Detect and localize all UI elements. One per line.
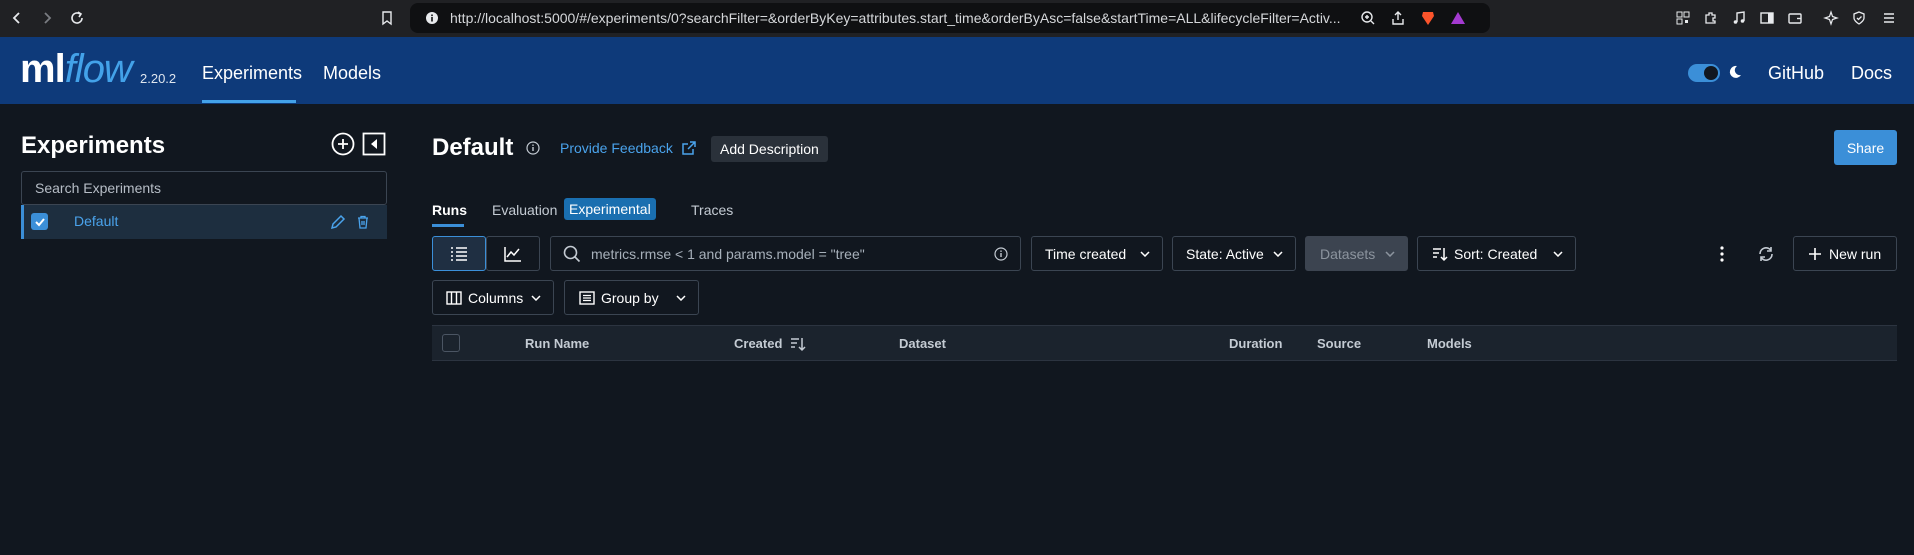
- column-created[interactable]: Created: [734, 336, 782, 351]
- share-button[interactable]: Share: [1834, 130, 1897, 165]
- select-all-checkbox[interactable]: [442, 334, 460, 352]
- nav-experiments[interactable]: Experiments: [202, 63, 302, 84]
- sort-label: Sort: Created: [1454, 245, 1538, 262]
- back-icon[interactable]: [6, 7, 28, 29]
- runs-table-header: Run Name Created Dataset Duration Source…: [432, 325, 1897, 361]
- sidebar-title: Experiments: [21, 132, 166, 159]
- chevron-down-icon: [1553, 250, 1563, 257]
- experiment-title: Default: [432, 134, 514, 161]
- address-bar[interactable]: http://localhost:5000/#/experiments/0?se…: [410, 3, 1490, 33]
- column-duration[interactable]: Duration: [1229, 336, 1282, 351]
- group-by-dropdown[interactable]: Group by: [564, 280, 699, 315]
- column-dataset[interactable]: Dataset: [899, 336, 946, 351]
- app-header: mlflow 2.20.2 Experiments Models GitHub …: [0, 37, 1914, 104]
- moon-icon: [1727, 64, 1743, 85]
- edit-experiment-icon[interactable]: [330, 214, 346, 235]
- new-run-button[interactable]: New run: [1793, 236, 1897, 271]
- logo-ml: ml: [20, 47, 66, 91]
- url-text[interactable]: http://localhost:5000/#/experiments/0?se…: [450, 10, 1350, 26]
- state-dropdown[interactable]: State: Active: [1172, 236, 1296, 271]
- leo-ai-icon[interactable]: [1820, 7, 1842, 29]
- nav-active-indicator: [202, 100, 296, 103]
- browser-toolbar: http://localhost:5000/#/experiments/0?se…: [0, 0, 1914, 37]
- tab-runs[interactable]: Runs: [432, 202, 467, 218]
- external-link-icon[interactable]: [681, 140, 697, 161]
- forward-icon[interactable]: [36, 7, 58, 29]
- sort-dropdown[interactable]: Sort: Created: [1417, 236, 1576, 271]
- columns-dropdown[interactable]: Columns: [432, 280, 554, 315]
- plus-icon: [1809, 247, 1821, 260]
- chevron-down-icon: [531, 294, 541, 301]
- datasets-dropdown[interactable]: Datasets: [1305, 236, 1408, 271]
- search-info-icon[interactable]: [994, 246, 1008, 261]
- sort-desc-icon[interactable]: [790, 336, 806, 357]
- site-info-icon[interactable]: [422, 8, 442, 28]
- delete-experiment-icon[interactable]: [356, 215, 370, 234]
- extensions-icon[interactable]: [1700, 7, 1722, 29]
- columns-label: Columns: [468, 289, 524, 306]
- table-view-toggle[interactable]: [432, 236, 486, 271]
- time-created-dropdown[interactable]: Time created: [1031, 236, 1163, 271]
- more-options-icon[interactable]: [1708, 243, 1736, 265]
- list-view-icon: [451, 246, 467, 261]
- experiment-list-item[interactable]: Default: [21, 205, 387, 239]
- menu-icon[interactable]: [1878, 7, 1900, 29]
- share-page-icon[interactable]: [1388, 8, 1408, 28]
- toggle-knob: [1704, 66, 1718, 80]
- zoom-icon[interactable]: [1358, 8, 1378, 28]
- state-label: State: Active: [1186, 245, 1264, 262]
- group-by-label: Group by: [601, 289, 659, 306]
- time-created-label: Time created: [1045, 245, 1127, 262]
- experiment-name[interactable]: Default: [74, 213, 118, 229]
- qr-code-icon[interactable]: [1672, 7, 1694, 29]
- nav-models[interactable]: Models: [323, 63, 381, 84]
- github-link[interactable]: GitHub: [1768, 63, 1824, 84]
- columns-icon: [446, 290, 462, 305]
- experiment-checkbox[interactable]: [31, 213, 48, 230]
- refresh-icon[interactable]: [1752, 243, 1780, 265]
- sort-icon: [1433, 247, 1448, 261]
- column-source[interactable]: Source: [1317, 336, 1361, 351]
- chevron-down-icon: [1273, 250, 1283, 257]
- search-experiments-field[interactable]: [22, 172, 386, 204]
- media-icon[interactable]: [1728, 7, 1750, 29]
- chart-view-toggle[interactable]: [486, 236, 540, 271]
- experimental-badge: Experimental: [564, 198, 656, 220]
- search-icon: [563, 245, 581, 262]
- search-runs-box[interactable]: [550, 236, 1021, 271]
- vpn-shield-icon[interactable]: [1848, 7, 1870, 29]
- column-run-name[interactable]: Run Name: [525, 336, 589, 351]
- group-by-icon: [579, 290, 595, 305]
- new-run-label: New run: [1829, 245, 1882, 262]
- tab-traces[interactable]: Traces: [691, 202, 733, 218]
- bookmark-icon[interactable]: [376, 7, 398, 29]
- sidebar-toggle-icon[interactable]: [1756, 7, 1778, 29]
- wallet-icon[interactable]: [1784, 7, 1806, 29]
- dark-mode-toggle[interactable]: [1688, 64, 1720, 82]
- reload-icon[interactable]: [66, 7, 88, 29]
- search-experiments-input[interactable]: [21, 171, 387, 205]
- chevron-down-icon: [1385, 250, 1395, 257]
- chevron-down-icon: [1140, 250, 1150, 257]
- docs-link[interactable]: Docs: [1851, 63, 1892, 84]
- mlflow-logo[interactable]: mlflow: [20, 47, 133, 92]
- tab-active-indicator: [432, 224, 464, 227]
- provide-feedback-link[interactable]: Provide Feedback: [560, 140, 673, 156]
- info-icon[interactable]: [526, 141, 540, 160]
- column-models[interactable]: Models: [1427, 336, 1472, 351]
- search-runs-input[interactable]: [591, 237, 986, 270]
- version-label: 2.20.2: [140, 71, 177, 86]
- tab-evaluation[interactable]: Evaluation: [492, 202, 557, 218]
- logo-flow: flow: [64, 47, 133, 91]
- chevron-down-icon: [676, 294, 686, 301]
- add-description-button[interactable]: Add Description: [711, 136, 828, 162]
- collapse-sidebar-icon[interactable]: [361, 131, 387, 157]
- brave-shields-icon[interactable]: [1418, 8, 1438, 28]
- datasets-label: Datasets: [1320, 245, 1376, 262]
- brave-rewards-icon[interactable]: [1448, 8, 1468, 28]
- chart-view-icon: [504, 246, 521, 262]
- create-experiment-icon[interactable]: [330, 131, 356, 157]
